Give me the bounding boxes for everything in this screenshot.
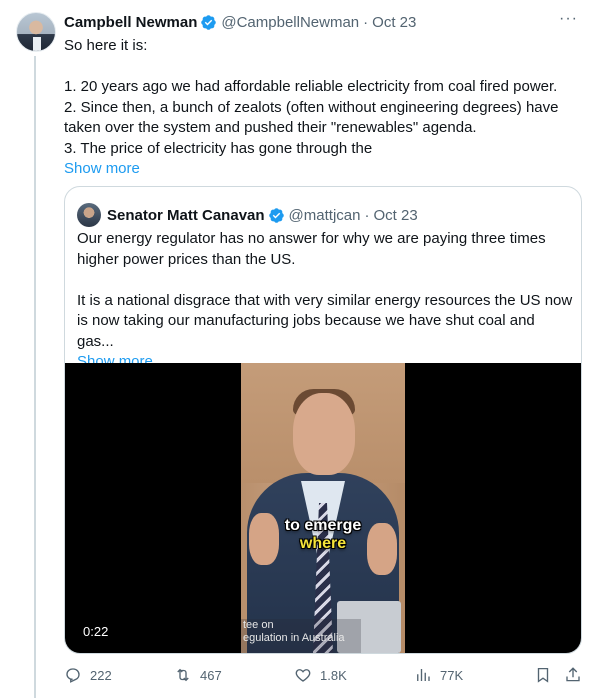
share-icon <box>566 667 580 682</box>
quote-paragraph: It is a national disgrace that with very… <box>77 291 573 350</box>
separator-dot: · <box>363 13 369 31</box>
author-handle[interactable]: @CampbellNewman <box>221 14 359 31</box>
like-icon <box>295 669 311 682</box>
views-count: 77K <box>440 667 464 683</box>
quote-author-avatar[interactable] <box>77 203 101 227</box>
author-name[interactable]: Campbell Newman <box>64 14 197 31</box>
views-icon <box>417 669 430 681</box>
like-count: 1.8K <box>320 667 347 683</box>
tweet-header: Campbell Newman @CampbellNewman · Oct 23… <box>64 10 582 32</box>
quote-text: Our energy regulator has no answer for w… <box>77 229 573 373</box>
quote-spacer <box>77 270 573 291</box>
quote-date[interactable]: Oct 23 <box>373 207 417 224</box>
share-button[interactable] <box>564 666 590 684</box>
caption-line-highlight: where <box>299 535 347 552</box>
quote-author-handle[interactable]: @mattjcan <box>289 207 361 224</box>
quote-paragraph: Our energy regulator has no answer for w… <box>77 230 546 268</box>
views-button[interactable]: 77K <box>414 666 463 684</box>
reply-button[interactable]: 222 <box>64 666 112 684</box>
tweet-line: So here it is: <box>64 37 148 54</box>
verified-badge-icon <box>201 14 217 30</box>
retweet-icon <box>177 668 189 682</box>
tweet-text: So here it is: 1. 20 years ago we had af… <box>64 36 584 180</box>
quote-author-name[interactable]: Senator Matt Canavan <box>107 207 265 224</box>
separator-dot: · <box>364 206 370 224</box>
caption-line: to emerge <box>284 517 362 534</box>
video-duration: 0:22 <box>77 622 115 641</box>
nameplate-line: tee on <box>243 619 274 631</box>
bookmark-button[interactable] <box>534 666 560 684</box>
video-player[interactable]: tee on egulation in Australia to emerge … <box>65 363 581 653</box>
nameplate-line: egulation in Australia <box>243 632 345 644</box>
video-caption: to emerge where <box>241 517 405 553</box>
tweet-line <box>64 57 584 78</box>
verified-badge-icon <box>268 207 284 223</box>
action-bar: 222 467 1.8K 77K <box>64 666 584 688</box>
tweet-line: 2. Since then, a bunch of zealots (often… <box>64 98 563 137</box>
video-nameplate: tee on egulation in Australia <box>241 619 361 653</box>
retweet-count: 467 <box>200 667 222 683</box>
tweet-line: 1. 20 years ago we had affordable reliab… <box>64 78 558 95</box>
reply-count: 222 <box>90 667 112 683</box>
retweet-button[interactable]: 467 <box>174 666 222 684</box>
reply-icon <box>66 668 80 683</box>
like-button[interactable]: 1.8K <box>294 666 347 684</box>
bookmark-icon <box>537 667 549 683</box>
show-more-link[interactable]: Show more <box>64 159 584 180</box>
tweet-date[interactable]: Oct 23 <box>372 14 416 31</box>
quoted-tweet[interactable]: Senator Matt Canavan @mattjcan · Oct 23 … <box>64 186 582 654</box>
author-avatar[interactable] <box>16 12 56 52</box>
video-frame: tee on egulation in Australia <box>241 363 405 653</box>
tweet-line: 3. The price of electricity has gone thr… <box>64 139 373 157</box>
more-options-icon[interactable]: ··· <box>559 10 578 28</box>
thread-line <box>34 56 36 698</box>
quote-header: Senator Matt Canavan @mattjcan · Oct 23 <box>77 203 418 227</box>
